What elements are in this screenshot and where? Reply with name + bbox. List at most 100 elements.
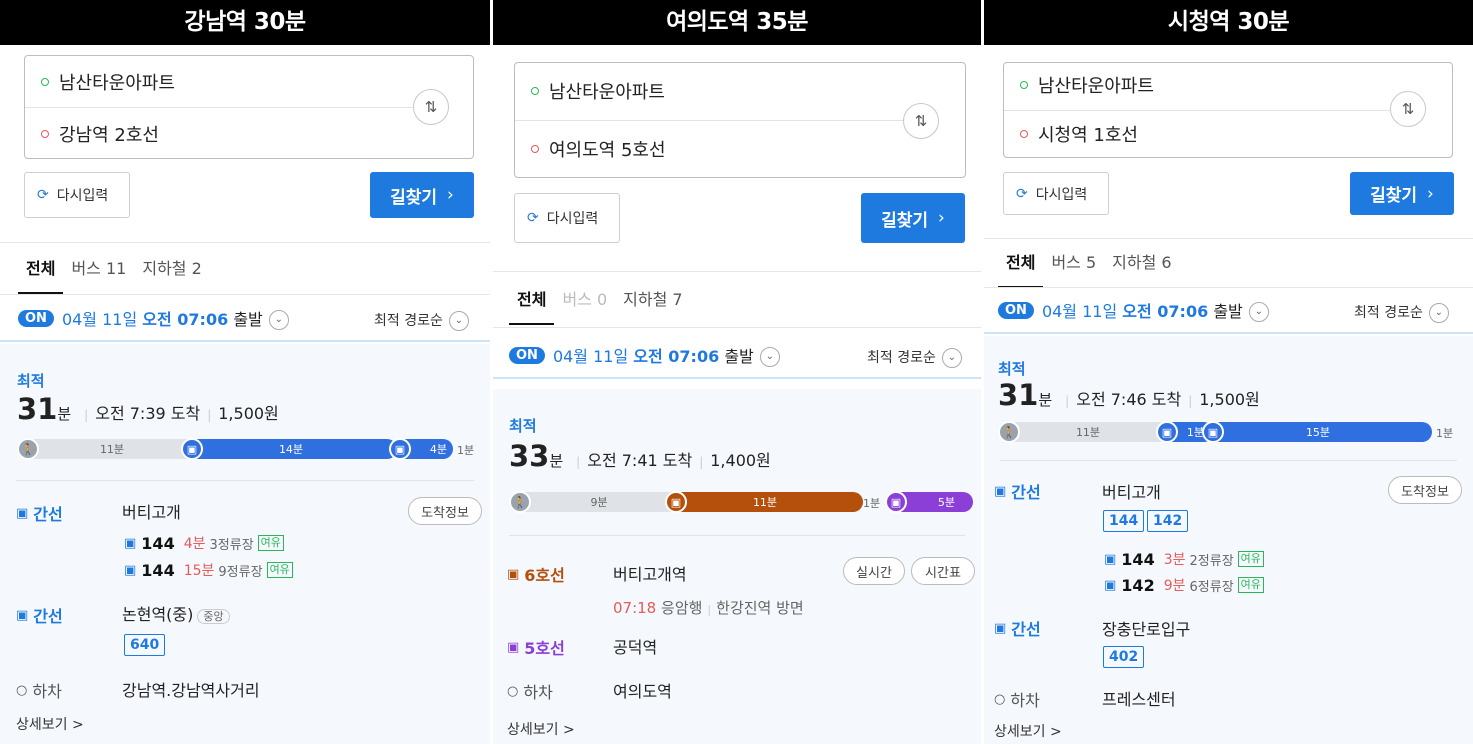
refresh-icon: ⟳	[527, 210, 539, 226]
depart-time: 오전 07:06	[633, 346, 720, 366]
origin-text: 남산타운아파트	[549, 82, 665, 103]
swap-icon[interactable]: ⇅	[413, 89, 449, 125]
route-summary: 31 분 | 오전 7:46 도착 | 1,500원	[998, 378, 1260, 412]
destination-dot-icon	[531, 145, 539, 153]
search-button[interactable]: 길찾기 ›	[861, 193, 965, 243]
tab-subway[interactable]: 지하철 2	[142, 254, 201, 294]
step-label-text: 하차	[1010, 691, 1040, 710]
stops-away: 2정류장	[1189, 553, 1234, 569]
tab-bus[interactable]: 버스 0	[562, 285, 607, 325]
arrival-info-button[interactable]: 도착정보	[1388, 476, 1462, 504]
bus-arrival-row: ▣ 144 3분 2정류장 여유	[1104, 549, 1264, 569]
route-timeline: 11분 🚶 1분 ▣ 15분 ▣ 1분	[998, 421, 1460, 443]
destination-field[interactable]: 시청역 1호선	[1004, 109, 1452, 159]
origin-field[interactable]: 남산타운아파트	[25, 57, 473, 107]
route-summary: 33 분 | 오전 7:41 도착 | 1,400원	[509, 439, 771, 473]
destination-text: 여의도역 5호선	[549, 140, 666, 161]
subway-icon: ▣	[885, 491, 907, 513]
destination-field[interactable]: 강남역 2호선	[25, 109, 473, 159]
line6-minutes: 11분	[752, 496, 778, 509]
destination-field[interactable]: 여의도역 5호선	[515, 124, 965, 174]
bus-route-badge[interactable]: 142	[1147, 510, 1189, 532]
stop-name[interactable]: 논현역(중) 중앙	[122, 601, 230, 625]
step-label-text: 하차	[523, 683, 553, 702]
train-direction: 한강진역 방면	[716, 599, 804, 617]
depart-date: 04월 11일	[61, 309, 138, 329]
stops-away: 6정류장	[1189, 579, 1234, 595]
details-link[interactable]: 상세보기 >	[994, 721, 1062, 741]
departure-time[interactable]: 04월 11일 오전 07:06 출발 ⌄	[1042, 298, 1269, 323]
search-label: 길찾기	[1370, 186, 1418, 206]
final-walk-minutes: 1분	[457, 444, 475, 457]
tab-all[interactable]: 전체	[508, 285, 556, 325]
arrival-info-button[interactable]: 도착정보	[408, 497, 482, 525]
origin-field[interactable]: 남산타운아파트	[1004, 60, 1452, 110]
step-label-text: 간선	[33, 607, 63, 626]
details-link[interactable]: 상세보기 >	[16, 714, 84, 734]
walk-segment: 11분	[17, 439, 207, 459]
walk-icon: 🚶	[17, 438, 39, 460]
route-result[interactable]: 최적 31 분 | 오전 7:39 도착 | 1,500원 11분 🚶 14분 ▣ 4분 …	[0, 344, 490, 744]
stop-name[interactable]: 버티고개역	[613, 561, 687, 585]
panel-title: 시청역 30분	[984, 0, 1473, 45]
destination-dot-icon	[1020, 130, 1028, 138]
bus-icon: ▣	[1202, 421, 1224, 443]
search-label: 길찾기	[881, 210, 929, 231]
arrival-minutes: 4분	[183, 536, 206, 552]
route-result[interactable]: 최적 33 분 | 오전 7:41 도착 | 1,400원 9분 🚶 11분 ▣ 1분 5…	[493, 389, 981, 744]
tab-subway[interactable]: 지하철 7	[623, 285, 682, 325]
crowd-status: 여유	[257, 535, 284, 551]
reset-button[interactable]: ⟳ 다시입력	[24, 172, 130, 218]
stop-name[interactable]: 버티고개	[122, 499, 181, 523]
reset-button[interactable]: ⟳ 다시입력	[1003, 172, 1109, 215]
bus-route-badge[interactable]: 402	[1103, 646, 1145, 668]
walk-icon: 🚶	[509, 491, 531, 513]
sort-dropdown[interactable]: 최적 경로순 ⌄	[374, 310, 469, 331]
tab-all[interactable]: 전체	[17, 254, 65, 294]
sort-dropdown[interactable]: 최적 경로순 ⌄	[867, 347, 962, 368]
timetable-button[interactable]: 시간표	[911, 557, 975, 585]
realtime-button[interactable]: 실시간	[843, 557, 905, 585]
stop-name[interactable]: 프레스센터	[1102, 686, 1176, 710]
departure-time[interactable]: 04월 11일 오전 07:06 출발 ⌄	[553, 343, 780, 368]
bus-route-badge[interactable]: 640	[124, 634, 166, 656]
alight-icon: ○	[994, 691, 1006, 707]
lane-tag: 중앙	[197, 609, 230, 624]
stop-name[interactable]: 버티고개	[1102, 479, 1161, 503]
on-badge[interactable]: ON	[509, 346, 545, 364]
origin-field[interactable]: 남산타운아파트	[515, 66, 965, 116]
sort-dropdown[interactable]: 최적 경로순 ⌄	[1354, 302, 1449, 323]
bus-segment: 14분	[185, 439, 397, 459]
reset-button[interactable]: ⟳ 다시입력	[514, 193, 620, 243]
search-button[interactable]: 길찾기 ›	[1350, 172, 1454, 215]
stop-name[interactable]: 공덕역	[613, 634, 657, 658]
sort-label: 최적 경로순	[374, 313, 443, 329]
stop-name[interactable]: 장충단로입구	[1102, 616, 1190, 640]
swap-icon[interactable]: ⇅	[1390, 91, 1426, 127]
swap-icon[interactable]: ⇅	[903, 103, 939, 139]
step-label: ○ 하차	[16, 678, 62, 702]
tab-all[interactable]: 전체	[997, 248, 1045, 288]
bus-number: 144	[1121, 549, 1155, 569]
search-button[interactable]: 길찾기 ›	[370, 172, 474, 218]
stops-away: 3정류장	[209, 537, 254, 553]
chevron-right-icon: ›	[1427, 183, 1434, 204]
subway-icon: ▣	[507, 566, 520, 582]
refresh-icon: ⟳	[1016, 185, 1028, 202]
chevron-right-icon: ›	[938, 208, 945, 228]
tab-bus[interactable]: 버스 11	[71, 254, 126, 294]
bus-icon: ▣	[1104, 551, 1117, 567]
arrival-time: 오전 7:39 도착	[95, 404, 201, 423]
tab-bus[interactable]: 버스 5	[1051, 248, 1096, 288]
on-badge[interactable]: ON	[18, 309, 54, 327]
reset-label: 다시입력	[546, 211, 599, 227]
bus-route-badge[interactable]: 144	[1103, 510, 1145, 532]
on-badge[interactable]: ON	[998, 301, 1034, 319]
stop-name[interactable]: 여의도역	[613, 678, 672, 702]
route-result[interactable]: 최적 31 분 | 오전 7:46 도착 | 1,500원 11분 🚶 1분 ▣ 15분 …	[984, 336, 1473, 744]
stop-name[interactable]: 강남역.강남역사거리	[122, 677, 260, 701]
departure-time[interactable]: 04월 11일 오전 07:06 출발 ⌄	[62, 306, 289, 331]
arrival-minutes: 15분	[183, 563, 215, 579]
details-link[interactable]: 상세보기 >	[507, 719, 575, 739]
tab-subway[interactable]: 지하철 6	[1112, 248, 1171, 288]
